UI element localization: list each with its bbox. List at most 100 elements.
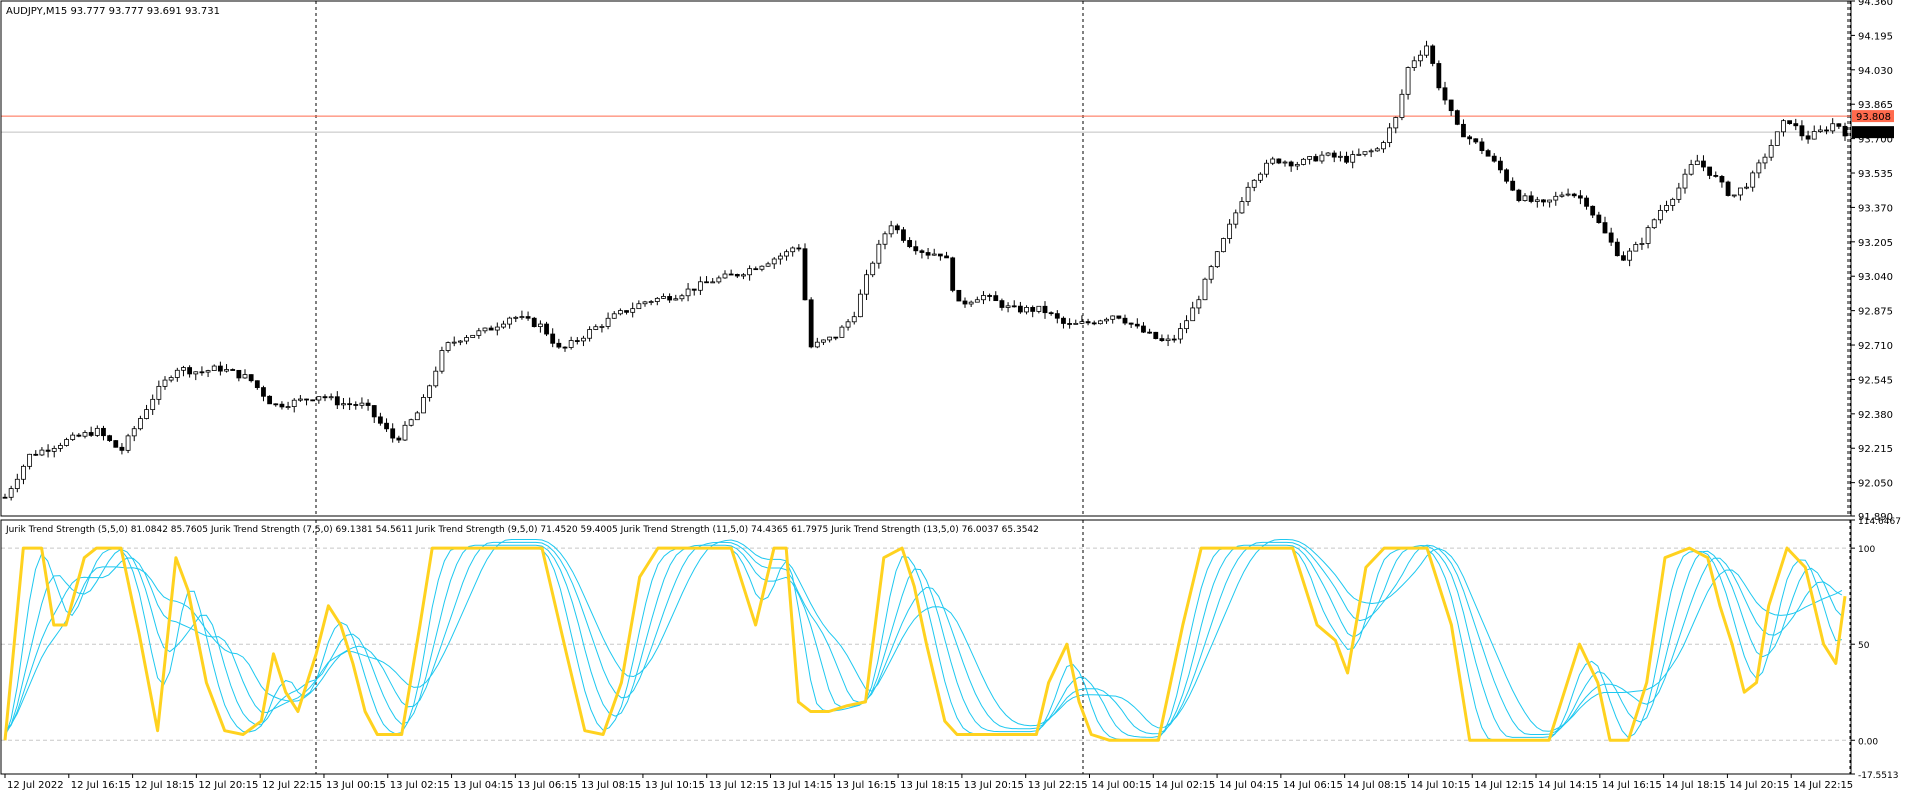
- candle-body: [384, 422, 389, 430]
- candle-body: [821, 339, 826, 343]
- time-tick-label: 14 Jul 14:15: [1538, 780, 1598, 791]
- candle: [267, 395, 273, 405]
- candle-body: [691, 288, 697, 291]
- candle-body: [1202, 278, 1208, 301]
- time-tick-label: 13 Jul 04:15: [454, 780, 514, 791]
- candle-body: [556, 342, 562, 348]
- candle-body: [1793, 123, 1799, 127]
- candle-body: [27, 453, 33, 467]
- time-tick-label: 12 Jul 2022: [7, 780, 64, 791]
- candle-body: [642, 301, 648, 305]
- candle-body: [70, 434, 76, 440]
- time-tick-label: 12 Jul 18:15: [135, 780, 195, 791]
- candle-body: [224, 369, 229, 372]
- candle-body: [1147, 331, 1153, 334]
- candle-body: [507, 317, 513, 325]
- candle-body: [1233, 212, 1239, 225]
- candle-body: [1596, 214, 1602, 223]
- candle: [802, 243, 808, 301]
- candle-body: [667, 296, 673, 301]
- candle-body: [1614, 241, 1620, 257]
- candle-body: [974, 299, 980, 303]
- candle-body: [199, 371, 205, 374]
- candle-body: [802, 248, 808, 301]
- candle-body: [1430, 45, 1436, 64]
- candle-body: [162, 379, 168, 387]
- candle-body: [1768, 145, 1774, 158]
- candle-body: [1682, 173, 1688, 189]
- candle: [421, 394, 426, 414]
- candle-body: [1547, 199, 1553, 203]
- candle-body: [1307, 156, 1313, 160]
- candle-body: [310, 399, 316, 402]
- candle: [1276, 158, 1282, 165]
- candle-body: [630, 308, 636, 313]
- candle-body: [525, 316, 531, 319]
- candle-body: [1061, 317, 1066, 324]
- candle-body: [796, 247, 802, 250]
- candle-body: [1627, 250, 1633, 261]
- candle-body: [359, 402, 365, 406]
- candle-body: [402, 424, 408, 441]
- candle-body: [1190, 307, 1196, 322]
- candle-body: [1399, 93, 1405, 118]
- candle-body: [1608, 232, 1614, 243]
- candle: [1436, 60, 1442, 91]
- candle-body: [33, 453, 39, 456]
- candle-body: [765, 263, 771, 267]
- candle-body: [1337, 155, 1343, 158]
- candle-body: [648, 301, 654, 303]
- candle: [956, 289, 962, 302]
- candle-body: [1565, 193, 1571, 196]
- candle-body: [1276, 158, 1282, 164]
- candle-body: [1184, 320, 1189, 330]
- trading-chart[interactable]: 94.36094.19594.03093.86593.70093.53593.3…: [0, 0, 1916, 794]
- candle-body: [365, 402, 371, 406]
- bid-price-label: 93.731: [1856, 128, 1891, 139]
- candle-body: [187, 367, 193, 375]
- candle-body: [544, 323, 549, 335]
- price-tick-label: 92.710: [1858, 341, 1893, 352]
- candle: [950, 256, 956, 293]
- candle-body: [14, 478, 20, 489]
- candle-body: [174, 369, 180, 378]
- candle: [1399, 89, 1405, 121]
- indicator-tick-label: 114.6467: [1858, 517, 1901, 527]
- candle-body: [734, 273, 740, 277]
- candle-body: [1670, 198, 1676, 206]
- time-tick-label: 13 Jul 20:15: [964, 780, 1024, 791]
- time-tick-label: 12 Jul 22:15: [262, 780, 322, 791]
- candle-body: [1196, 299, 1202, 309]
- candle-body: [1491, 155, 1497, 162]
- price-tick-label: 93.865: [1858, 100, 1893, 111]
- candle-body: [1651, 219, 1657, 229]
- price-tick-label: 93.535: [1858, 169, 1893, 180]
- candle-body: [1036, 305, 1042, 312]
- candle-body: [353, 404, 359, 406]
- candle-body: [470, 334, 476, 338]
- time-tick-label: 13 Jul 16:15: [836, 780, 896, 791]
- candle-body: [322, 396, 328, 399]
- candle: [1221, 237, 1226, 253]
- candle-body: [1294, 164, 1300, 167]
- candle-body: [605, 317, 611, 327]
- candle-body: [1534, 199, 1540, 202]
- candle-body: [501, 323, 506, 328]
- candle-body: [107, 435, 113, 441]
- candle-body: [125, 435, 131, 451]
- candle-body: [1830, 123, 1836, 132]
- candle-body: [193, 371, 199, 375]
- candle-body: [870, 262, 876, 276]
- candle: [470, 334, 476, 338]
- candle-body: [857, 293, 863, 318]
- candle-body: [617, 310, 623, 315]
- candle-body: [790, 247, 796, 253]
- candle-body: [433, 370, 439, 387]
- candle-body: [476, 330, 482, 336]
- candle-body: [1590, 205, 1596, 216]
- candle-body: [248, 374, 254, 382]
- candle-body: [439, 350, 445, 372]
- candle-body: [950, 257, 956, 291]
- time-tick-label: 12 Jul 16:15: [71, 780, 131, 791]
- candle-body: [1368, 150, 1374, 153]
